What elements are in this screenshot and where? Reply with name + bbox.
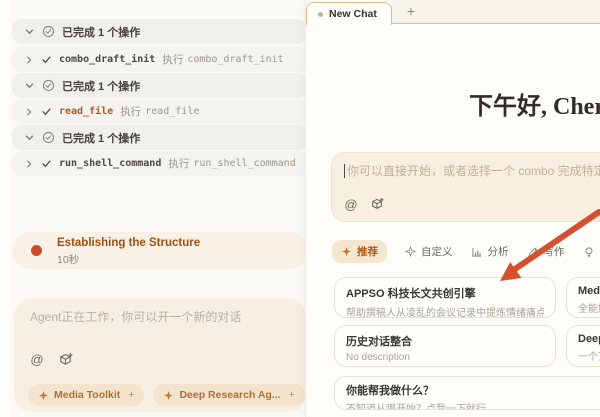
card-title: 你能帮我做什么？ — [346, 382, 600, 398]
mention-button[interactable]: @ — [28, 350, 46, 368]
sparkle-icon — [405, 246, 416, 257]
tab-new-chat[interactable]: New Chat — [306, 2, 392, 25]
at-icon: @ — [344, 197, 357, 212]
card-title: Deep Research — [578, 333, 600, 345]
task-item[interactable]: run_shell_command 执行run_shell_command — [12, 151, 308, 176]
tab-dot-icon — [318, 12, 323, 17]
combo-card-media-toolkit[interactable]: Media Toolkit 全能媒体 — [566, 277, 600, 318]
status-dot-icon — [31, 245, 42, 256]
check-circle-icon — [42, 25, 55, 38]
task-item[interactable]: combo_draft_init 执行combo_draft_init — [12, 47, 308, 72]
tool-name: run_shell_command — [59, 158, 161, 169]
bar-chart-icon — [471, 246, 483, 258]
filter-writing[interactable]: 写作 — [527, 244, 565, 259]
status-duration: 10秒 — [57, 252, 79, 267]
tool-name: read_file — [59, 106, 113, 117]
task-group-label: 已完成 1 个操作 — [62, 24, 140, 40]
combo-card-appso[interactable]: APPSO 科技长文共创引擎 帮助撰稿人从凌乱的会议记录中提炼情绪痛点，将晦涩的… — [334, 277, 556, 318]
check-icon — [41, 54, 52, 65]
add-package-button[interactable] — [368, 195, 386, 213]
tab-bar: New Chat + — [306, 0, 600, 24]
task-group-header[interactable]: 已完成 1 个操作 — [12, 125, 308, 150]
combo-card-history[interactable]: 历史对话整合 No description — [334, 325, 556, 367]
card-description: 帮助撰稿人从凌乱的会议记录中提炼情绪痛点，将晦涩的... — [346, 304, 544, 318]
card-title: APPSO 科技长文共创引擎 — [346, 285, 544, 301]
combo-card-help[interactable]: 你能帮我做什么？ 不知道从哪开始？点我一下就行。 — [334, 376, 600, 410]
chat-composer-placeholder: 你可以直接开始，或者选择一个 combo 完成特定任务，或者将历史对话 — [344, 162, 600, 179]
tool-name: combo_draft_init — [59, 54, 155, 65]
at-icon: @ — [30, 352, 43, 367]
combo-chip-add: + — [128, 389, 134, 401]
screenshot-root: 已完成 1 个操作 combo_draft_init 执行combo_draft… — [0, 0, 600, 417]
pen-icon — [527, 246, 539, 258]
sparkle-icon — [341, 246, 352, 257]
chevron-down-icon — [24, 132, 35, 143]
package-plus-icon — [370, 197, 384, 211]
tool-action: 执行read_file — [120, 104, 199, 119]
card-title: 历史对话整合 — [346, 333, 544, 349]
card-description: 一个顶级 — [578, 348, 600, 363]
filter-creative[interactable]: 创意 — [583, 244, 600, 259]
task-group-header[interactable]: 已完成 1 个操作 — [12, 73, 308, 98]
task-item[interactable]: read_file 执行read_file — [12, 99, 308, 124]
combo-chip-row: Media Toolkit + Deep Research Ag... + — [28, 384, 338, 406]
sparkle-icon — [163, 390, 174, 401]
add-package-button[interactable] — [56, 350, 74, 368]
chat-composer[interactable]: 你可以直接开始，或者选择一个 combo 完成特定任务，或者将历史对话 @ — [331, 152, 600, 222]
combo-card-deep-research[interactable]: Deep Research 一个顶级 — [566, 325, 600, 367]
task-group-label: 已完成 1 个操作 — [62, 130, 140, 146]
card-description: 不知道从哪开始？点我一下就行。 — [346, 400, 600, 410]
status-card[interactable]: Establishing the Structure 10秒 — [12, 232, 308, 269]
check-icon — [41, 106, 52, 117]
combo-chip-label: Deep Research Ag... — [179, 389, 280, 401]
check-circle-icon — [42, 79, 55, 92]
task-group-header[interactable]: 已完成 1 个操作 — [12, 19, 308, 44]
package-plus-icon — [58, 352, 73, 367]
new-tab-button[interactable]: + — [402, 2, 420, 20]
card-description: 全能媒体 — [578, 300, 600, 315]
card-description: No description — [346, 352, 544, 363]
filter-custom[interactable]: 自定义 — [405, 244, 453, 259]
greeting-text: 下午好, Cher — [469, 86, 600, 121]
tab-bar-fill — [391, 0, 600, 24]
agent-composer[interactable]: Agent正在工作，你可以开一个新的对话 @ Media Toolkit + D… — [14, 298, 306, 412]
filter-analysis[interactable]: 分析 — [471, 244, 509, 259]
combo-chip-add: + — [289, 389, 295, 401]
tab-label: New Chat — [329, 8, 377, 20]
text-cursor — [344, 164, 345, 178]
check-icon — [41, 158, 52, 169]
check-circle-icon — [42, 131, 55, 144]
agent-composer-placeholder: Agent正在工作，你可以开一个新的对话 — [30, 308, 241, 325]
new-chat-window: New Chat + 下午好, Cher 你可以直接开始，或者选择一个 comb… — [305, 0, 600, 417]
chevron-right-icon — [24, 55, 34, 65]
agent-task-panel: 已完成 1 个操作 combo_draft_init 执行combo_draft… — [10, 0, 310, 417]
card-title: Media Toolkit — [578, 285, 600, 297]
task-group-label: 已完成 1 个操作 — [62, 78, 140, 94]
tool-action: 执行combo_draft_init — [162, 52, 283, 67]
filter-row: 推荐 自定义 分析 写作 创意 — [332, 240, 600, 263]
tool-action: 执行run_shell_command — [168, 156, 295, 171]
combo-chip-label: Media Toolkit — [54, 389, 120, 401]
sparkle-icon — [38, 390, 49, 401]
filter-recommended[interactable]: 推荐 — [332, 240, 387, 263]
chevron-right-icon — [24, 159, 34, 169]
chevron-down-icon — [24, 26, 35, 37]
chevron-right-icon — [24, 107, 34, 117]
mention-button[interactable]: @ — [342, 195, 360, 213]
combo-chip[interactable]: Deep Research Ag... + — [153, 384, 304, 406]
chevron-down-icon — [24, 80, 35, 91]
combo-chip[interactable]: Media Toolkit + — [28, 384, 144, 406]
status-title: Establishing the Structure — [57, 237, 200, 249]
bulb-icon — [583, 246, 595, 258]
